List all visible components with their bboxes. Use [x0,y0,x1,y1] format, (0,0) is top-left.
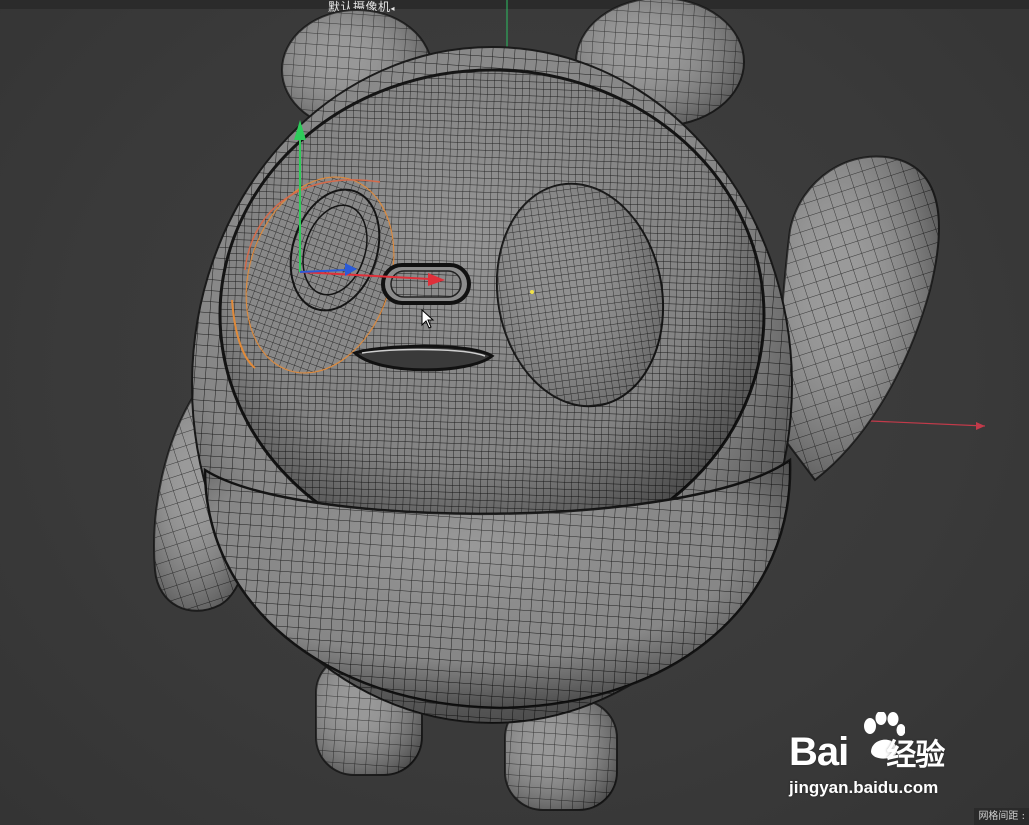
3d-viewport[interactable]: 默认摄像机◂ Bai 经验 jingyan.baidu.com 网格间距: [0,0,1029,825]
watermark-brand: Bai 经验 [789,730,945,774]
world-axis-x-arrow-icon [976,422,985,430]
scene-canvas[interactable] [0,0,1029,825]
baidu-jingyan-watermark: Bai 经验 jingyan.baidu.com [785,712,985,804]
watermark-url: jingyan.baidu.com [789,778,939,797]
pivot-point-icon [530,290,534,294]
right-arm-mesh[interactable] [768,155,940,482]
nose-mesh[interactable] [381,263,471,305]
grid-spacing-label: 网格间距 : [974,808,1029,825]
mouse-cursor-icon [421,309,435,329]
